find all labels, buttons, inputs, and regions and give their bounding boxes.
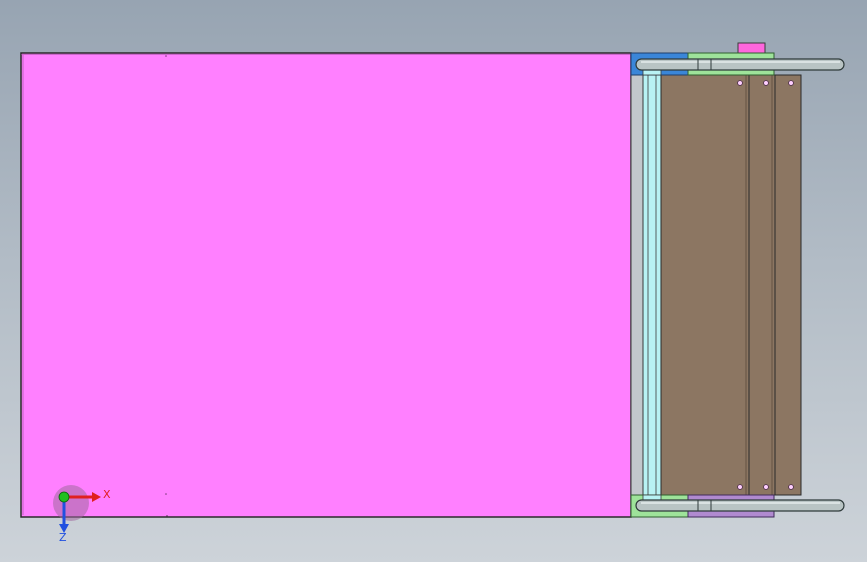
panel-vertex-dot <box>165 493 167 495</box>
bolt-hole <box>763 484 769 490</box>
frame-rail[interactable] <box>642 74 662 496</box>
bolt-hole <box>737 80 743 86</box>
bolt-hole <box>788 80 794 86</box>
bottom-bracket[interactable] <box>630 494 845 518</box>
bolt-hole <box>763 80 769 86</box>
top-bracket[interactable] <box>630 42 845 76</box>
bolt-hole <box>788 484 794 490</box>
panel-vertex-dot <box>165 55 167 57</box>
frame-left-member[interactable] <box>630 74 644 496</box>
top-tab <box>737 42 766 54</box>
bolt-hole <box>737 484 743 490</box>
brown-plate-2[interactable] <box>748 74 776 496</box>
model-canvas[interactable]: X Z <box>0 0 867 562</box>
cad-3d-viewport[interactable]: X Z <box>0 0 867 562</box>
magenta-panel[interactable] <box>20 52 632 518</box>
triad-z-label: Z <box>59 531 67 544</box>
bottom-handle-rod <box>635 499 845 512</box>
top-handle-rod <box>635 58 845 71</box>
brown-plate-1[interactable] <box>660 74 750 496</box>
brown-plate-3[interactable] <box>774 74 802 496</box>
triad-shadow <box>53 485 89 521</box>
triad-x-label: X <box>103 488 111 501</box>
triad-y-origin <box>58 491 70 503</box>
